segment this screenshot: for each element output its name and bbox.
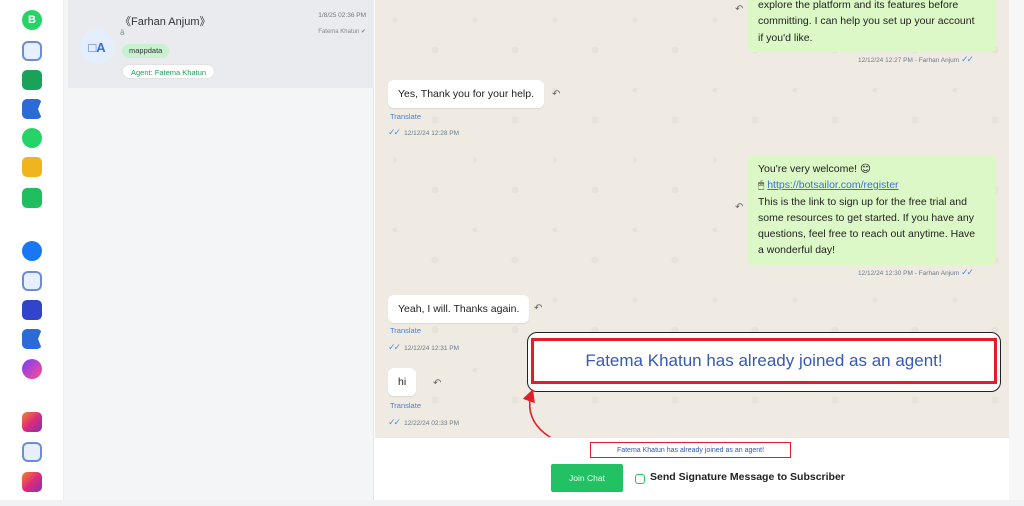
- footer-strip: [0, 500, 1024, 506]
- signature-checkbox[interactable]: [635, 474, 645, 484]
- signature-checkbox-label[interactable]: Send Signature Message to Subscriber: [650, 471, 845, 483]
- agent-joined-notice: Fatema Khatun has already joined as an a…: [590, 442, 791, 458]
- annotation-arrows: [431, 388, 591, 476]
- join-chat-button[interactable]: Join Chat: [551, 464, 623, 492]
